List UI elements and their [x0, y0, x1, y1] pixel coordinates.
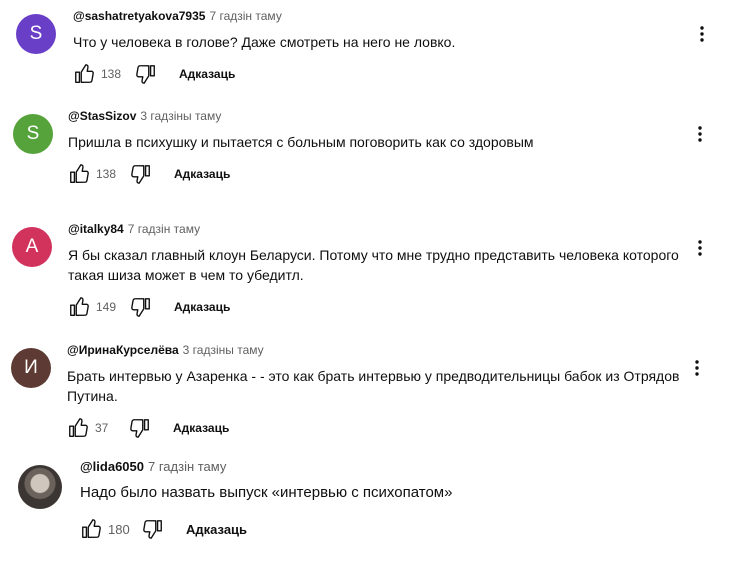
avatar[interactable]: И [11, 348, 51, 388]
thumbs-up-icon [82, 519, 101, 538]
like-count: 138 [101, 67, 122, 81]
comment-author[interactable]: @sashatretyakova7935 [73, 9, 205, 23]
reply-button[interactable]: Адказаць [173, 421, 229, 435]
reply-button[interactable]: Адказаць [179, 67, 235, 81]
comment-actions: 37 Адказаць [67, 416, 692, 440]
thumbs-up-icon [70, 297, 89, 316]
like-button[interactable]: 138 [73, 63, 129, 85]
dislike-button[interactable] [130, 296, 152, 318]
comment-list: S @sashatretyakova7935 7 гадзін таму Что … [0, 0, 732, 561]
three-dots-vertical-icon [700, 26, 704, 42]
comment-timestamp[interactable]: 7 гадзін таму [148, 459, 226, 474]
avatar[interactable] [18, 465, 62, 509]
comment-actions: 138 Адказаць [68, 162, 692, 186]
comment-actions: 149 Адказаць [68, 295, 692, 319]
avatar[interactable]: A [12, 227, 52, 267]
comment-timestamp[interactable]: 7 гадзін таму [209, 9, 281, 23]
comment-text: Пришла в психушку и пытается с больным п… [68, 134, 534, 150]
like-count: 149 [96, 300, 117, 314]
comment-actions: 138 Адказаць [73, 62, 692, 86]
dislike-button[interactable] [135, 63, 157, 85]
like-count: 138 [96, 167, 117, 181]
comment-text: Что у человека в голове? Даже смотреть н… [73, 34, 456, 50]
thumbs-down-icon [131, 298, 150, 317]
more-actions-button[interactable] [687, 358, 707, 378]
comment-author[interactable]: @ИринаКурселёва [67, 343, 179, 357]
thumbs-up-icon [75, 64, 94, 83]
thumbs-up-icon [69, 418, 88, 437]
comment-actions: 180 Адказаць [80, 517, 692, 541]
reply-button[interactable]: Адказаць [186, 522, 247, 537]
dislike-button[interactable] [130, 163, 152, 185]
comment-author[interactable]: @italky84 [68, 222, 124, 236]
comment-text: Надо было назвать выпуск «интервью с пси… [80, 484, 453, 501]
comment-text: Брать интервью у Азаренка - - это как бр… [67, 368, 680, 404]
comment-text: Я бы сказал главный клоун Беларуси. Пото… [68, 247, 679, 283]
comment-timestamp[interactable]: 3 гадзіны таму [140, 109, 221, 123]
comment-timestamp[interactable]: 7 гадзін таму [128, 222, 200, 236]
dislike-button[interactable] [129, 417, 151, 439]
comment-timestamp[interactable]: 3 гадзіны таму [183, 343, 264, 357]
thumbs-up-icon [70, 164, 89, 183]
three-dots-vertical-icon [695, 360, 699, 376]
like-button[interactable]: 37 [67, 417, 123, 439]
avatar[interactable]: S [16, 14, 56, 54]
like-count: 180 [108, 521, 130, 537]
dislike-button[interactable] [142, 518, 164, 540]
reply-button[interactable]: Адказаць [174, 167, 230, 181]
more-actions-button[interactable] [690, 124, 710, 144]
more-actions-button[interactable] [692, 24, 712, 44]
comment-author[interactable]: @lida6050 [80, 459, 144, 474]
comment-author[interactable]: @StasSizov [68, 109, 136, 123]
like-count: 37 [95, 421, 109, 435]
reply-button[interactable]: Адказаць [174, 300, 230, 314]
thumbs-down-icon [131, 165, 150, 184]
thumbs-down-icon [143, 520, 162, 539]
thumbs-down-icon [136, 65, 155, 84]
three-dots-vertical-icon [698, 126, 702, 142]
avatar[interactable]: S [13, 114, 53, 154]
like-button[interactable]: 149 [68, 296, 124, 318]
more-actions-button[interactable] [690, 238, 710, 258]
three-dots-vertical-icon [698, 240, 702, 256]
like-button[interactable]: 180 [80, 518, 136, 540]
like-button[interactable]: 138 [68, 163, 124, 185]
thumbs-down-icon [130, 419, 149, 438]
